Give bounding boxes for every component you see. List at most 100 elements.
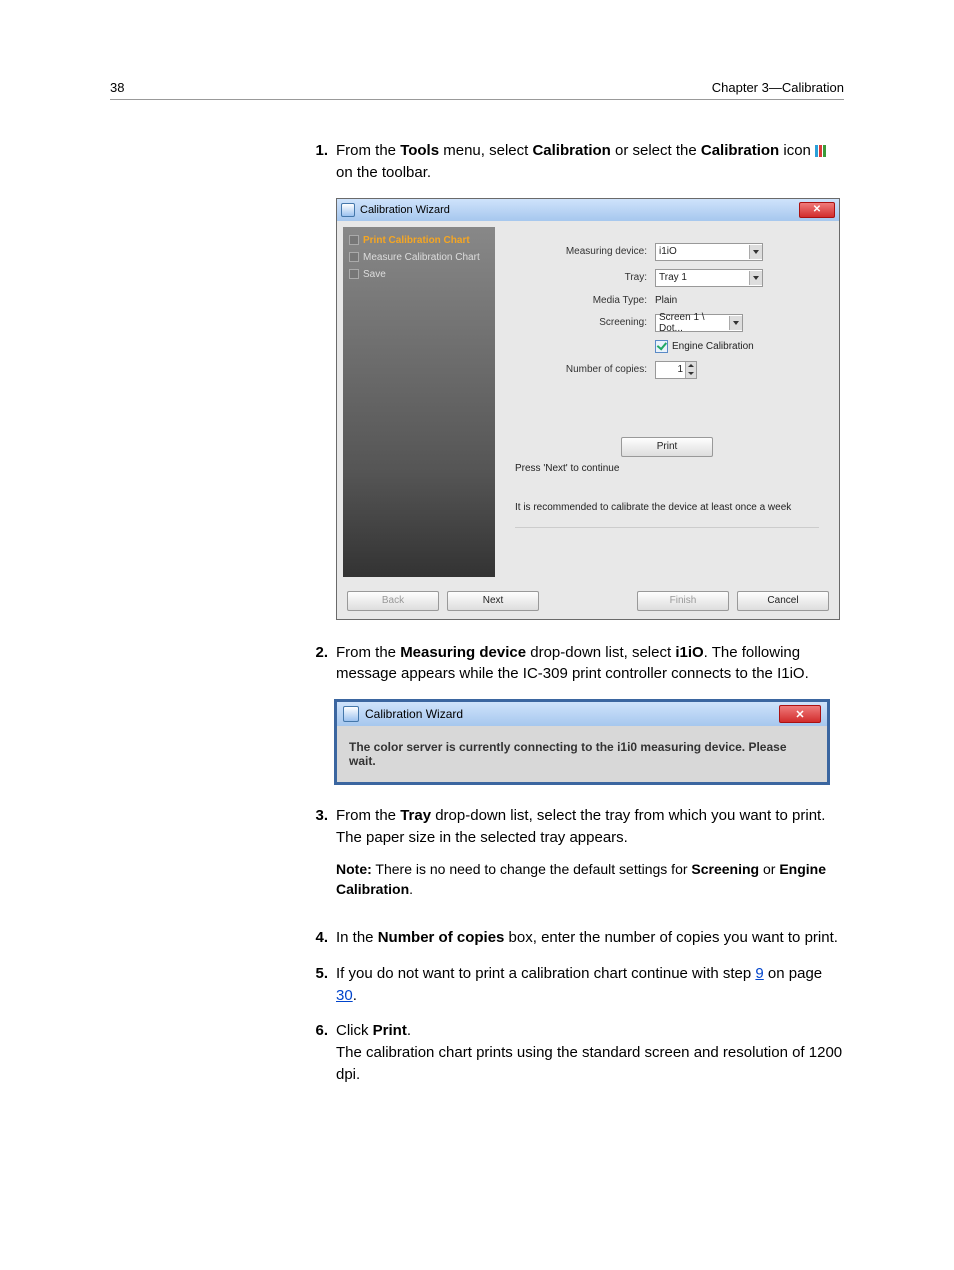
text: on the toolbar.	[336, 164, 431, 181]
screening-label: Screening:	[537, 317, 647, 328]
text: drop-down list, select	[526, 644, 675, 661]
note: Note: There is no need to change the def…	[336, 859, 844, 900]
text: From the	[336, 644, 400, 661]
checkbox-checked-icon	[655, 340, 668, 353]
chapter-title: Chapter 3—Calibration	[712, 80, 844, 95]
close-icon: ✕	[813, 204, 821, 215]
window-title: Calibration Wizard	[360, 204, 450, 216]
step-4: 4. In the Number of copies box, enter th…	[300, 927, 844, 949]
sidebar-step-print-chart[interactable]: Print Calibration Chart	[349, 235, 489, 246]
sidebar-step-label: Save	[363, 269, 386, 280]
chevron-down-icon	[729, 316, 742, 330]
step-3: 3. From the Tray drop-down list, select …	[300, 805, 844, 913]
page-header: 38 Chapter 3—Calibration	[110, 80, 844, 100]
text: There is no need to change the default s…	[372, 861, 692, 877]
wizard-footer: Back Next Finish Cancel	[337, 583, 839, 619]
text: box, enter the number of copies you want…	[504, 929, 838, 946]
sidebar-step-label: Print Calibration Chart	[363, 235, 470, 246]
sidebar-step-measure-chart[interactable]: Measure Calibration Chart	[349, 252, 489, 263]
calibration-word: Calibration	[701, 142, 779, 159]
measuring-device-label: Measuring device:	[537, 246, 647, 257]
copies-spinner[interactable]: 1	[655, 361, 697, 379]
text: .	[353, 987, 357, 1004]
screening-term: Screening	[691, 861, 759, 877]
sidebar-step-label: Measure Calibration Chart	[363, 252, 480, 263]
text: or select the	[611, 142, 701, 159]
link-page-30[interactable]: 30	[336, 987, 353, 1004]
text: or	[759, 861, 779, 877]
next-button[interactable]: Next	[447, 591, 539, 611]
window-title: Calibration Wizard	[365, 707, 463, 721]
i1io-term: i1iO	[675, 644, 703, 661]
close-button[interactable]: ✕	[779, 705, 821, 723]
dropdown-value: i1iO	[659, 246, 677, 257]
back-button[interactable]: Back	[347, 591, 439, 611]
titlebar: Calibration Wizard ✕	[337, 702, 827, 726]
menu-tools: Tools	[400, 142, 439, 159]
cancel-button[interactable]: Cancel	[737, 591, 829, 611]
calibration-icon	[815, 145, 827, 157]
titlebar: Calibration Wizard ✕	[337, 199, 839, 221]
print-term: Print	[373, 1022, 407, 1039]
bullet-icon	[349, 252, 359, 262]
app-icon	[341, 203, 355, 217]
step-number: 5.	[300, 963, 328, 985]
calibration-wizard-dialog: Calibration Wizard ✕ Print Calibration C…	[336, 198, 840, 620]
text: drop-down list, select the tray from whi…	[431, 807, 825, 824]
engine-calibration-label: Engine Calibration	[672, 341, 754, 352]
continue-hint: Press 'Next' to continue	[515, 463, 819, 474]
chevron-down-icon	[749, 245, 762, 259]
app-icon	[343, 706, 359, 722]
text: Click	[336, 1022, 373, 1039]
measuring-device-dropdown[interactable]: i1iO	[655, 243, 763, 261]
engine-calibration-checkbox-row[interactable]: Engine Calibration	[655, 340, 797, 353]
media-type-value: Plain	[655, 295, 677, 306]
spinner-up-icon[interactable]	[686, 362, 696, 370]
step-number: 4.	[300, 927, 328, 949]
tray-dropdown[interactable]: Tray 1	[655, 269, 763, 287]
text: From the	[336, 142, 400, 159]
spinner-down-icon[interactable]	[686, 370, 696, 378]
bullet-icon	[349, 269, 359, 279]
link-step-9[interactable]: 9	[755, 965, 763, 982]
recommendation-text: It is recommended to calibrate the devic…	[515, 502, 819, 517]
text: In the	[336, 929, 378, 946]
tray-term: Tray	[400, 807, 431, 824]
step-number: 2.	[300, 642, 328, 664]
screening-dropdown[interactable]: Screen 1 \ Dot...	[655, 314, 743, 332]
step-number: 3.	[300, 805, 328, 827]
step-number: 6.	[300, 1020, 328, 1042]
tray-label: Tray:	[537, 272, 647, 283]
dropdown-value: Tray 1	[659, 272, 687, 283]
wizard-main: Measuring device: i1iO Tray: Tray 1	[501, 227, 833, 577]
number-of-copies-term: Number of copies	[378, 929, 505, 946]
copies-value: 1	[659, 364, 685, 375]
dropdown-value: Screen 1 \ Dot...	[659, 312, 729, 334]
connecting-message: The color server is currently connecting…	[337, 726, 827, 782]
text: If you do not want to print a calibratio…	[336, 965, 755, 982]
measuring-device-term: Measuring device	[400, 644, 526, 661]
step-6: 6. Click Print. The calibration chart pr…	[300, 1020, 844, 1085]
text: on page	[764, 965, 822, 982]
step-1: 1. From the Tools menu, select Calibrati…	[300, 140, 844, 184]
bullet-icon	[349, 235, 359, 245]
close-icon: ✕	[795, 708, 804, 721]
menu-calibration: Calibration	[532, 142, 610, 159]
close-button[interactable]: ✕	[799, 202, 835, 218]
step-2: 2. From the Measuring device drop-down l…	[300, 642, 844, 686]
copies-label: Number of copies:	[537, 364, 647, 375]
text: icon	[779, 142, 815, 159]
connecting-dialog: Calibration Wizard ✕ The color server is…	[334, 699, 830, 785]
print-button[interactable]: Print	[621, 437, 713, 457]
media-type-label: Media Type:	[537, 295, 647, 306]
text: .	[409, 881, 413, 897]
note-label: Note:	[336, 861, 372, 877]
sidebar-step-save[interactable]: Save	[349, 269, 489, 280]
wizard-sidebar: Print Calibration Chart Measure Calibrat…	[343, 227, 495, 577]
separator	[515, 527, 819, 528]
text: The calibration chart prints using the s…	[336, 1044, 842, 1083]
page-number: 38	[110, 80, 124, 95]
finish-button[interactable]: Finish	[637, 591, 729, 611]
step-5: 5. If you do not want to print a calibra…	[300, 963, 844, 1007]
text: menu, select	[439, 142, 532, 159]
